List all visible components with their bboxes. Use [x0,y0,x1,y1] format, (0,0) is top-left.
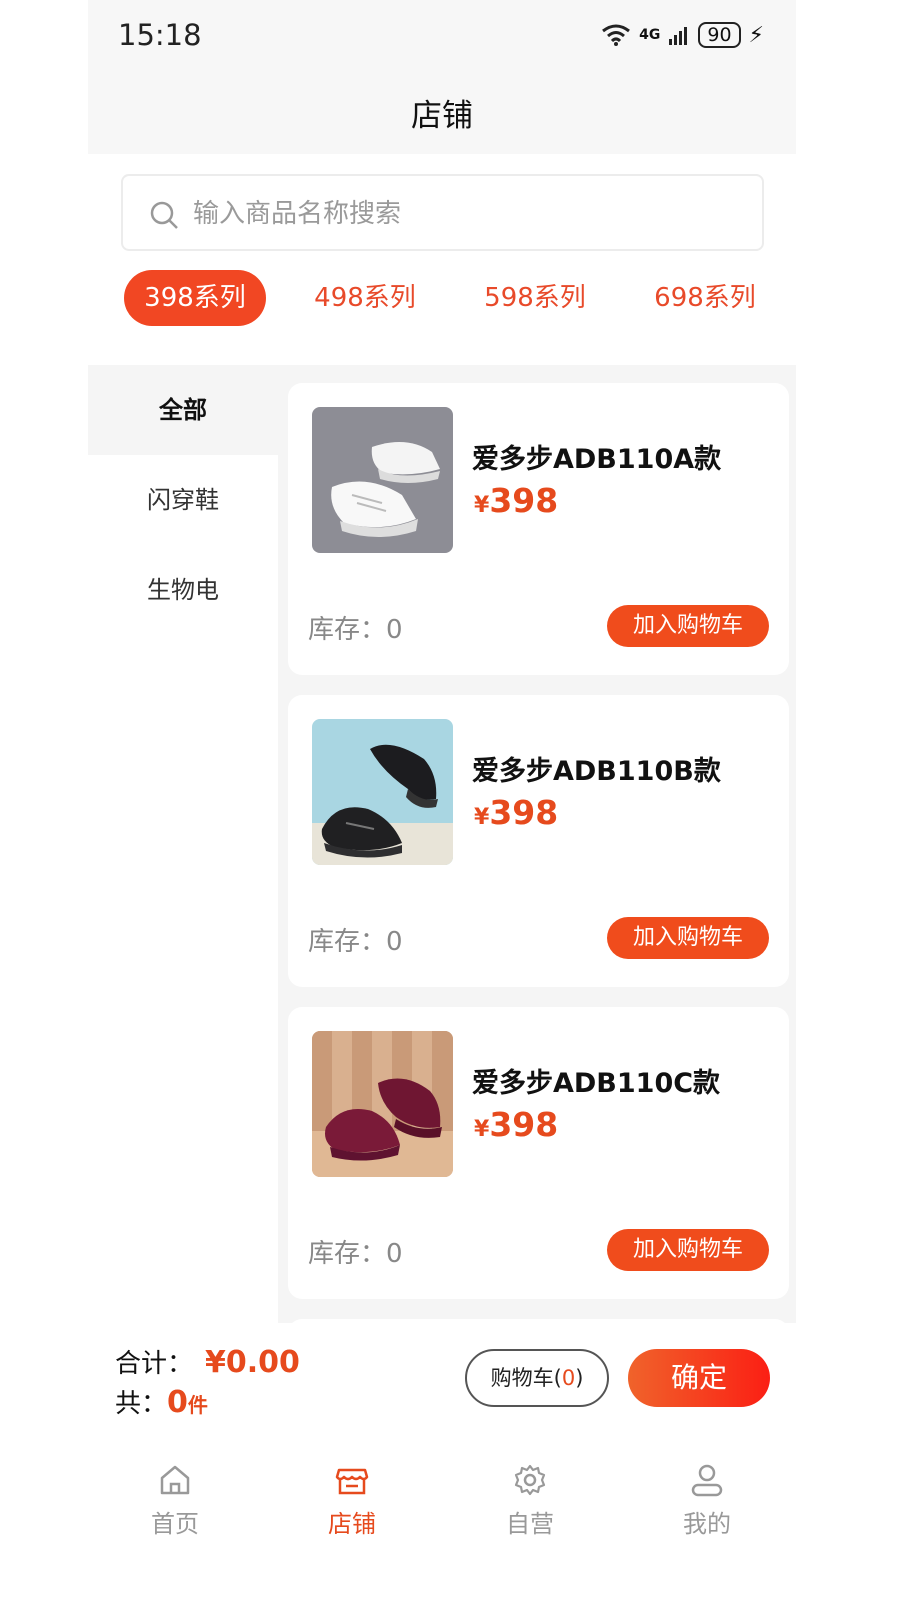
home-icon [160,1465,190,1495]
phone-screen: 15:18 4G 90 ⚡ 店铺 输入商品名称搜索 398系列 498系列 59… [88,0,796,1600]
category-all[interactable]: 全部 [88,365,278,455]
series-tab-698[interactable]: 698系列 [634,270,776,326]
confirm-button[interactable]: 确定 [628,1349,770,1407]
total-amount: ¥0.00 [205,1345,300,1380]
category-sidebar: 全部 闪穿鞋 生物电 [88,365,278,1323]
status-bar: 15:18 4G 90 ⚡ [88,0,796,78]
signal-icon [669,27,688,45]
cart-footer: 合计： ¥0.00 共：0件 购物车(0) 确定 [88,1323,796,1433]
product-name: 爱多步ADB110B款 [472,756,721,787]
price-value: 398 [489,1105,559,1144]
search-box[interactable] [121,174,764,251]
price-value: 398 [489,481,559,520]
cart-button[interactable]: 购物车(0) [465,1349,609,1407]
battery-indicator: 90 [698,22,741,48]
cart-label: 购物车( [490,1366,562,1390]
series-tab-498[interactable]: 498系列 [294,270,436,326]
tab-self-operated-label: 自营 [506,1510,554,1538]
cart-count: 0 [561,1366,576,1390]
series-tabs: 398系列 498系列 598系列 698系列 [88,270,796,326]
total-label: 合计： [115,1349,194,1379]
product-price: ¥398 [474,1105,558,1144]
search-input[interactable] [193,192,733,236]
status-time: 15:18 [118,18,202,52]
add-to-cart-button[interactable]: 加入购物车 [607,1229,769,1271]
product-price: ¥398 [474,793,558,832]
title-bar: 店铺 [88,78,796,154]
product-stock: 库存：0 [308,615,403,645]
price-value: 398 [489,793,559,832]
tab-mine[interactable]: 我的 [647,1462,767,1539]
status-icons: 4G 90 ⚡ [601,22,764,48]
price-currency: ¥ [474,805,490,830]
product-price: ¥398 [474,481,558,520]
series-tab-398[interactable]: 398系列 [124,270,266,326]
wifi-icon [602,24,631,46]
tab-mine-label: 我的 [683,1510,731,1538]
tab-store-label: 店铺 [328,1510,376,1538]
product-card[interactable]: 爱多步ADB110C款 ¥398 库存：0 加入购物车 [288,1007,789,1299]
category-flash-shoes[interactable]: 闪穿鞋 [88,455,278,545]
store-icon [335,1468,369,1495]
gear-icon [514,1464,546,1496]
page-title: 店铺 [411,98,473,134]
product-card[interactable]: 爱多步ADB110A款 ¥398 库存：0 加入购物车 [288,383,789,675]
tab-home[interactable]: 首页 [115,1462,235,1539]
user-icon [691,1464,723,1497]
charging-icon: ⚡ [748,22,764,48]
tab-store[interactable]: 店铺 [292,1462,412,1539]
product-card[interactable]: 爱多步ADB110B款 ¥398 库存：0 加入购物车 [288,695,789,987]
product-name: 爱多步ADB110C款 [472,1068,721,1099]
add-to-cart-button[interactable]: 加入购物车 [607,917,769,959]
series-tab-598[interactable]: 598系列 [464,270,606,326]
product-stock: 库存：0 [308,927,403,957]
count-unit: 件 [187,1393,208,1417]
tab-home-label: 首页 [151,1510,199,1538]
price-currency: ¥ [474,1117,490,1142]
bottom-tab-bar: 首页 店铺 自营 我的 [88,1440,796,1560]
tab-self-operated[interactable]: 自营 [470,1462,590,1539]
content-area: 全部 闪穿鞋 生物电 爱多步ADB110A款 ¥398 库存：0 加入购物车 爱… [88,365,796,1323]
total-summary: 合计： ¥0.00 [115,1343,300,1380]
product-stock: 库存：0 [308,1239,403,1269]
count-value: 0 [167,1385,188,1420]
item-count: 共：0件 [115,1383,208,1420]
black-sneaker-photo[interactable] [312,719,453,865]
product-name: 爱多步ADB110A款 [472,444,722,475]
cart-close-paren: ) [575,1366,584,1390]
white-sneaker-photo[interactable] [312,407,453,553]
price-currency: ¥ [474,493,490,518]
search-icon [150,201,178,229]
category-bioelectric[interactable]: 生物电 [88,545,278,635]
add-to-cart-button[interactable]: 加入购物车 [607,605,769,647]
burgundy-sneaker-photo[interactable] [312,1031,453,1177]
network-type: 4G [639,27,661,43]
count-label: 共： [115,1389,168,1419]
